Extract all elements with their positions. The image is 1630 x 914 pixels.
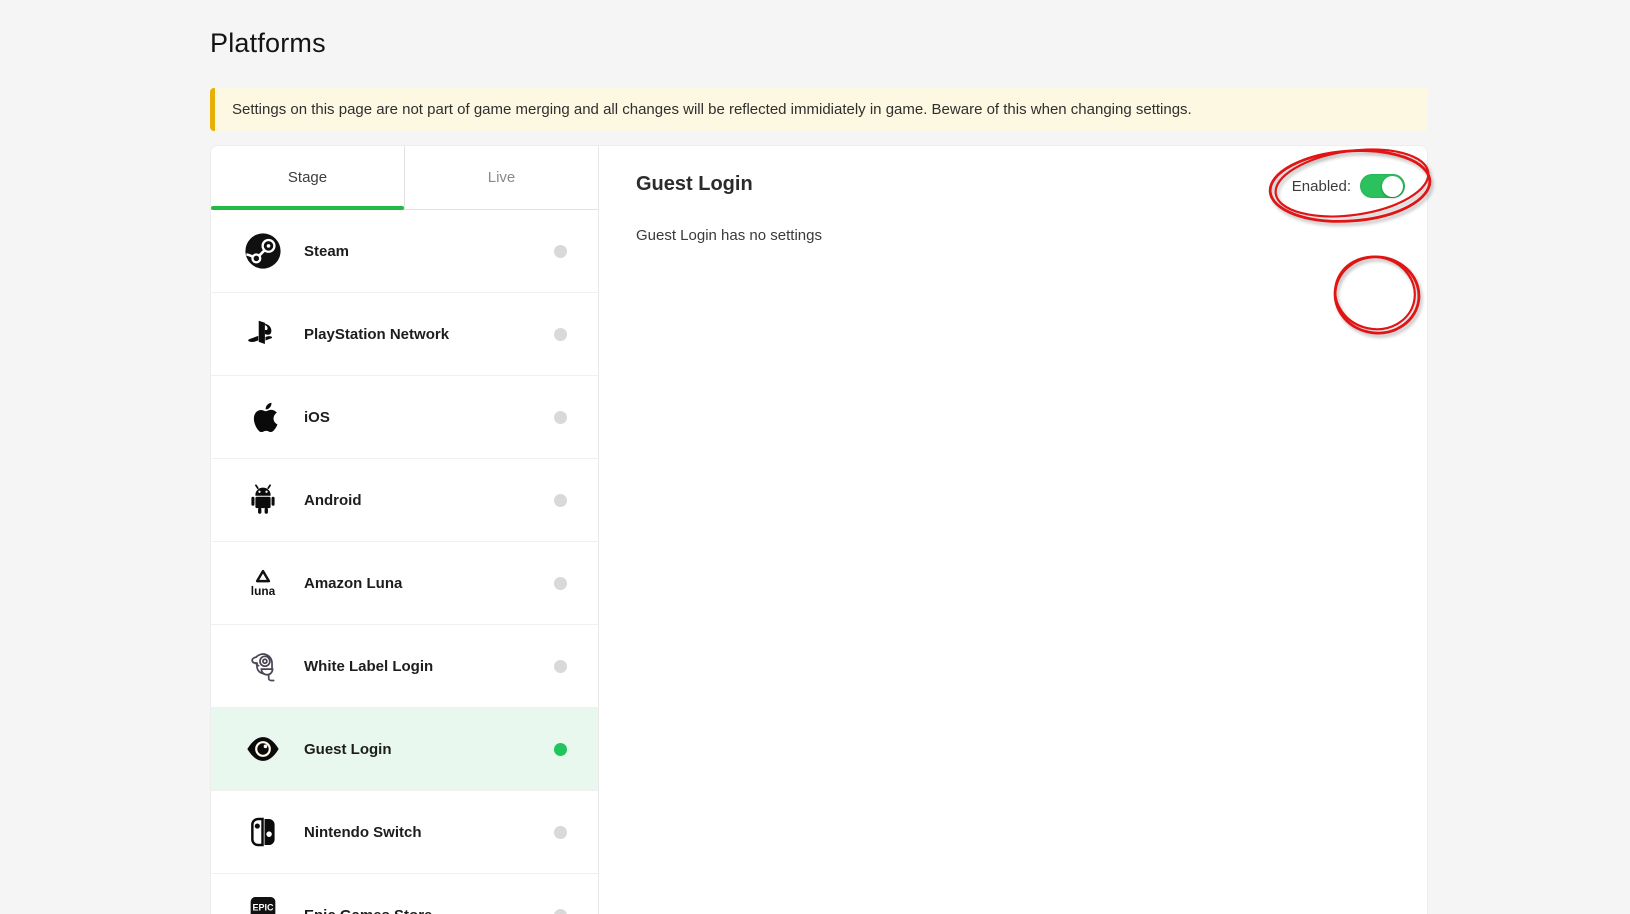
platform-list-item[interactable]: iOS [211, 376, 598, 459]
platform-list-column: Stage Live Steam PlayStation Network iOS… [211, 146, 599, 914]
platform-label: Steam [304, 243, 349, 260]
android-icon [244, 481, 282, 519]
eye-icon [244, 730, 282, 768]
platform-status-dot [554, 577, 567, 590]
parrot-icon [244, 647, 282, 685]
warning-banner-text: Settings on this page are not part of ga… [232, 101, 1192, 118]
playstation-icon [244, 315, 282, 353]
platform-list-item[interactable]: Guest Login [211, 708, 598, 791]
platform-status-dot [554, 411, 567, 424]
platform-detail-panel: Guest Login Guest Login has no settings … [600, 146, 1427, 914]
platform-list-item[interactable]: Nintendo Switch [211, 791, 598, 874]
platform-list-item[interactable]: Android [211, 459, 598, 542]
warning-banner: Settings on this page are not part of ga… [210, 88, 1428, 131]
platform-list-item[interactable]: PlayStation Network [211, 293, 598, 376]
amazon-luna-icon [244, 564, 282, 602]
platform-label: PlayStation Network [304, 326, 449, 343]
environment-tabbar: Stage Live [211, 146, 598, 210]
tab-stage[interactable]: Stage [211, 146, 404, 209]
detail-title: Guest Login [636, 173, 1405, 196]
tab-live[interactable]: Live [404, 146, 598, 209]
platform-list-item[interactable]: Amazon Luna [211, 542, 598, 625]
detail-body-text: Guest Login has no settings [636, 227, 1405, 244]
platform-status-dot [554, 245, 567, 258]
platform-label: Android [304, 492, 362, 509]
enabled-control: Enabled: [1292, 174, 1405, 198]
enabled-toggle[interactable] [1360, 174, 1405, 198]
platform-status-dot [554, 909, 567, 914]
platform-status-dot [554, 494, 567, 507]
steam-icon [244, 232, 282, 270]
platform-status-dot [554, 826, 567, 839]
platform-label: Epic Games Store [304, 907, 432, 914]
platforms-card: Stage Live Steam PlayStation Network iOS… [210, 145, 1428, 914]
apple-icon [244, 398, 282, 436]
platform-status-dot [554, 660, 567, 673]
platform-label: iOS [304, 409, 330, 426]
page-title: Platforms [210, 28, 326, 59]
platform-label: Amazon Luna [304, 575, 402, 592]
platform-label: Nintendo Switch [304, 824, 422, 841]
platform-list-item[interactable]: White Label Login [211, 625, 598, 708]
platform-status-dot [554, 743, 567, 756]
platform-list: Steam PlayStation Network iOS Android Am… [211, 210, 598, 914]
platform-list-item[interactable]: Steam [211, 210, 598, 293]
epic-icon [244, 896, 282, 914]
enabled-label: Enabled: [1292, 178, 1351, 195]
platform-label: White Label Login [304, 658, 433, 675]
platform-status-dot [554, 328, 567, 341]
platform-label: Guest Login [304, 741, 392, 758]
toggle-knob [1382, 176, 1403, 197]
platform-list-item[interactable]: Epic Games Store [211, 874, 598, 914]
nintendo-switch-icon [244, 813, 282, 851]
